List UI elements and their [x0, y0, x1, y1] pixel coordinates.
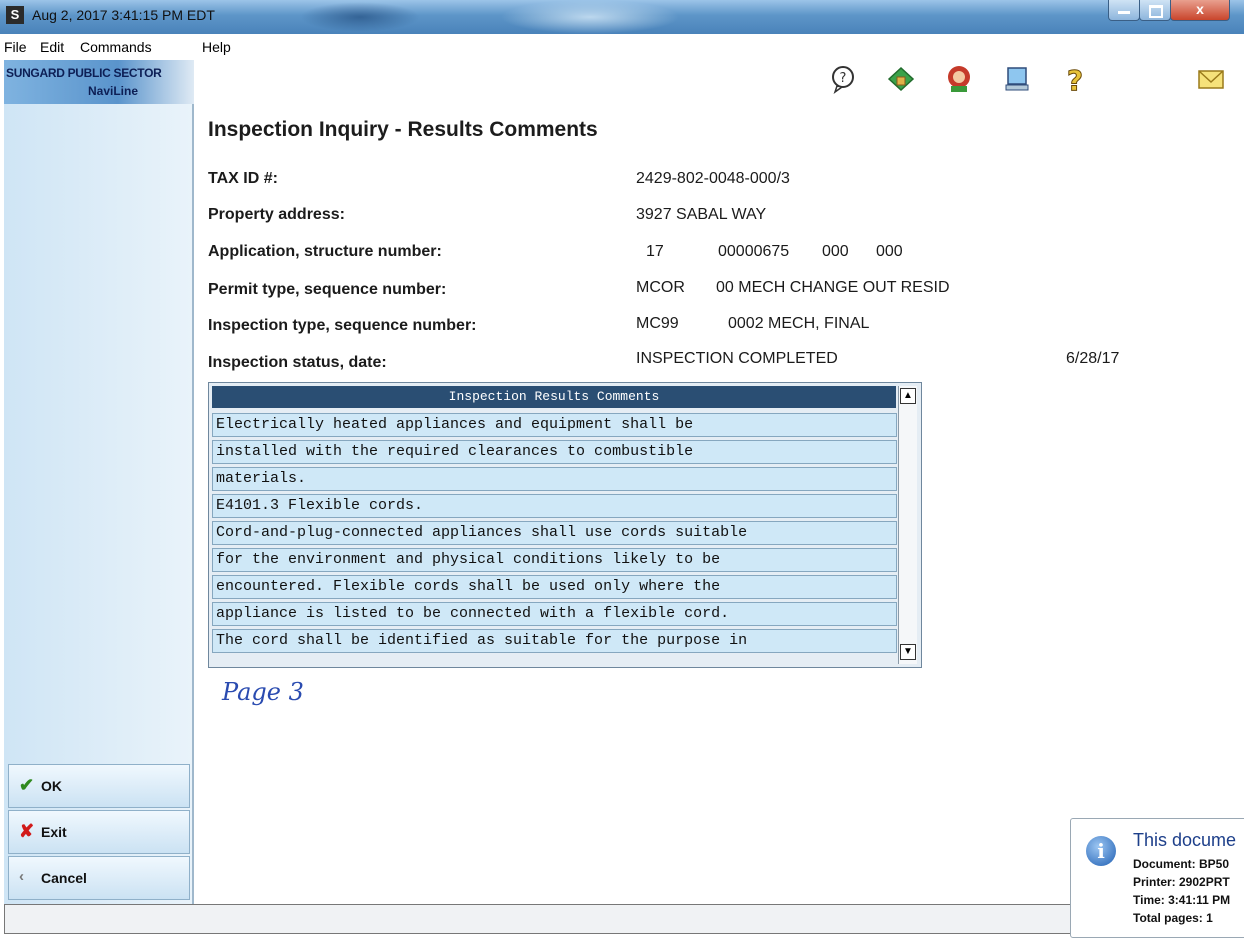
- computer-icon[interactable]: [1002, 64, 1032, 94]
- address-label: Property address:: [208, 206, 345, 223]
- comment-line: installed with the required clearances t…: [212, 440, 897, 464]
- menu-commands[interactable]: Commands: [80, 39, 152, 55]
- menu-file[interactable]: File: [4, 39, 27, 55]
- info-icon: i: [1086, 836, 1116, 866]
- ok-button[interactable]: ✔ OK: [8, 764, 190, 808]
- comment-line: Cord-and-plug-connected appliances shall…: [212, 521, 897, 545]
- ok-label: OK: [41, 778, 62, 794]
- svg-text:?: ?: [840, 71, 847, 86]
- notification-time: Time: 3:41:11 PM: [1133, 893, 1231, 907]
- inspection-type-label: Inspection type, sequence number:: [208, 317, 477, 334]
- handwritten-note: Page 3: [222, 678, 304, 706]
- inspection-date: 6/28/17: [1066, 350, 1120, 367]
- application-number: 17: [646, 243, 664, 260]
- comment-line: materials.: [212, 467, 897, 491]
- cancel-button[interactable]: ‹ Cancel: [8, 856, 190, 900]
- question-mark-icon[interactable]: ?: [1060, 64, 1090, 94]
- comments-scrollbar[interactable]: ▲ ▼: [898, 386, 917, 664]
- inspection-status: INSPECTION COMPLETED: [636, 350, 838, 367]
- exit-label: Exit: [41, 824, 67, 840]
- home-icon[interactable]: [886, 64, 916, 94]
- mail-icon[interactable]: [1196, 64, 1226, 94]
- scroll-up-icon[interactable]: ▲: [900, 388, 916, 404]
- menu-edit[interactable]: Edit: [40, 39, 64, 55]
- help-bubble-icon[interactable]: ?: [828, 64, 858, 94]
- notification-document: Document: BP50: [1133, 857, 1230, 871]
- address-value: 3927 SABAL WAY: [636, 206, 767, 223]
- maximize-button[interactable]: [1139, 0, 1171, 21]
- cancel-label: Cancel: [41, 870, 87, 886]
- user-icon[interactable]: [944, 64, 974, 94]
- maximize-icon: [1149, 5, 1163, 18]
- logo-company: SUNGARD PUBLIC SECTOR: [6, 66, 162, 80]
- back-arrow-icon: ‹: [19, 868, 24, 885]
- window-title: Aug 2, 2017 3:41:15 PM EDT: [32, 7, 215, 23]
- title-bar-shade: [300, 2, 420, 32]
- structure-sub-2: 000: [876, 243, 903, 260]
- comment-line: E4101.3 Flexible cords.: [212, 494, 897, 518]
- permit-label: Permit type, sequence number:: [208, 281, 447, 298]
- notification-title: This docume: [1133, 830, 1237, 850]
- comments-header: Inspection Results Comments: [212, 386, 896, 408]
- application-label: Application, structure number:: [208, 243, 442, 260]
- x-icon: ✘: [19, 821, 35, 841]
- inspection-description: 0002 MECH, FINAL: [728, 315, 870, 332]
- comment-line: encountered. Flexible cords shall be use…: [212, 575, 897, 599]
- checkmark-icon: ✔: [19, 775, 35, 795]
- close-icon: x: [1196, 1, 1204, 17]
- title-bar-highlight: [500, 0, 680, 34]
- status-bar: [4, 904, 1078, 934]
- scroll-down-icon[interactable]: ▼: [900, 644, 916, 660]
- exit-button[interactable]: ✘ Exit: [8, 810, 190, 854]
- tax-id-value: 2429-802-0048-000/3: [636, 170, 790, 187]
- svg-text:?: ?: [1067, 64, 1083, 94]
- permit-type: MCOR: [636, 279, 685, 296]
- notification-printer: Printer: 2902PRT: [1133, 875, 1230, 889]
- inspection-type: MC99: [636, 315, 679, 332]
- inspection-status-label: Inspection status, date:: [208, 354, 387, 371]
- menu-help[interactable]: Help: [202, 39, 231, 55]
- structure-sub-1: 000: [822, 243, 849, 260]
- permit-description: 00 MECH CHANGE OUT RESID: [716, 279, 950, 296]
- minimize-button[interactable]: [1108, 0, 1140, 21]
- notification-pages: Total pages: 1: [1133, 911, 1213, 925]
- structure-number: 00000675: [718, 243, 790, 260]
- logo-product: NaviLine: [88, 84, 139, 98]
- comment-line: The cord shall be identified as suitable…: [212, 629, 897, 653]
- minimize-icon: [1118, 11, 1130, 14]
- menu-bar: File Edit Commands Help: [0, 36, 1244, 58]
- comment-line: for the environment and physical conditi…: [212, 548, 897, 572]
- app-icon: S: [6, 6, 24, 24]
- close-button[interactable]: x: [1170, 0, 1230, 21]
- tax-id-label: TAX ID #:: [208, 170, 278, 187]
- comment-line: Electrically heated appliances and equip…: [212, 413, 897, 437]
- page-title: Inspection Inquiry - Results Comments: [208, 118, 598, 141]
- comment-line: appliance is listed to be connected with…: [212, 602, 897, 626]
